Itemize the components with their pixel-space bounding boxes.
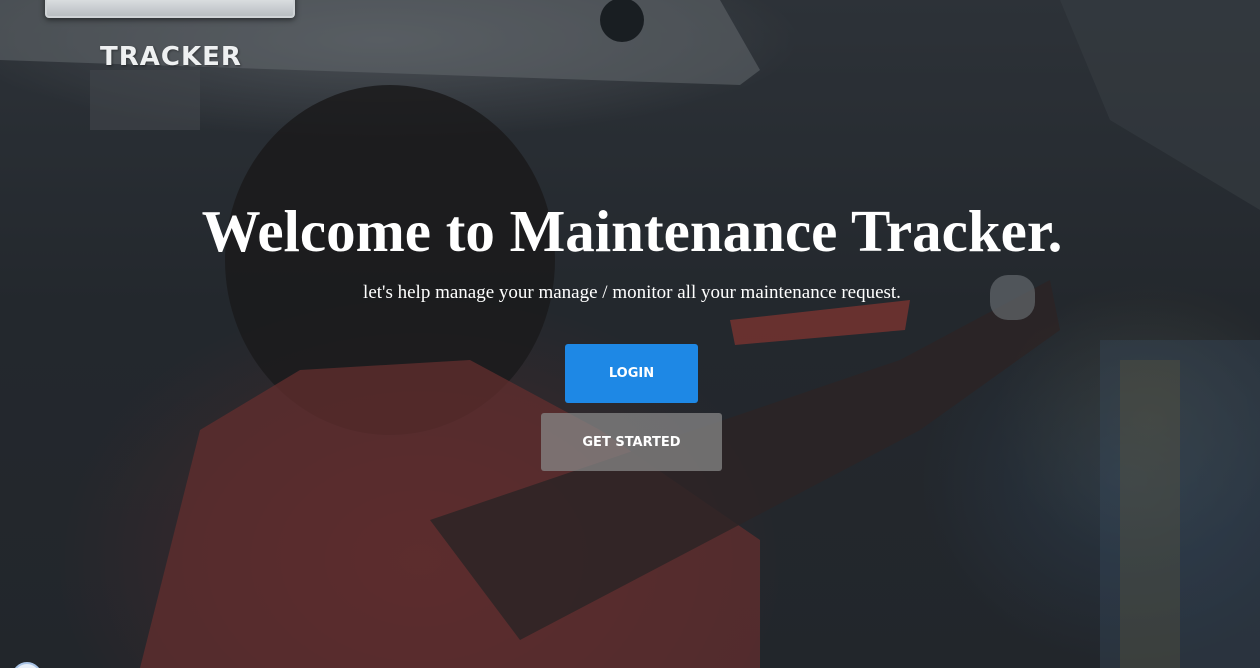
hero-section: TRACKER Welcome to Maintenance Tracker. …	[0, 0, 1260, 668]
get-started-button[interactable]: GET STARTED	[541, 413, 722, 471]
hero-title: Welcome to Maintenance Tracker.	[201, 198, 1063, 264]
hero-content: Welcome to Maintenance Tracker. let's he…	[0, 0, 1260, 668]
login-button[interactable]: LOGIN	[565, 344, 698, 403]
hero-subtitle: let's help manage your manage / monitor …	[363, 282, 901, 303]
